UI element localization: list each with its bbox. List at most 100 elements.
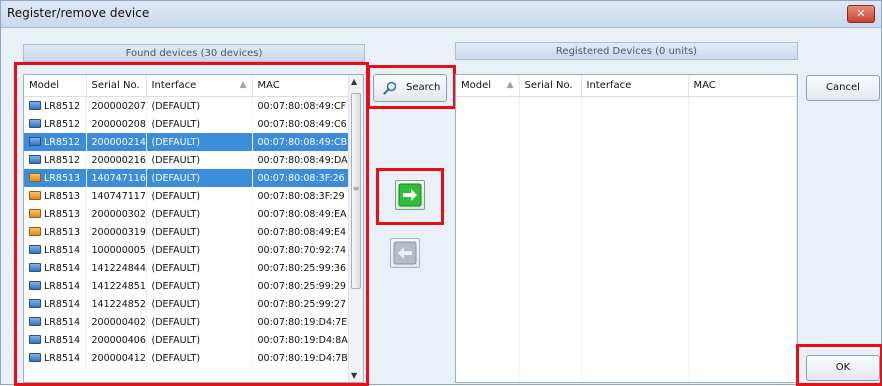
gray-left-arrow-icon (393, 241, 417, 265)
cell-interface: (DEFAULT) (146, 96, 253, 115)
found-devices-scrollbar[interactable]: ▲ ≡ ▼ (348, 75, 363, 382)
device-icon (29, 136, 41, 146)
column-header-interface[interactable]: Interface (581, 75, 689, 97)
device-icon (29, 172, 41, 182)
table-row[interactable]: LR8512 200000207 (DEFAULT) 00:07:80:08:49:C… (24, 96, 363, 115)
cell-interface: (DEFAULT) (146, 259, 253, 277)
add-device-button[interactable] (395, 180, 425, 210)
cell-mac: 00:07:80:19:D4:8A (252, 331, 363, 349)
registered-devices-list[interactable]: Model ▲ Serial No. Interface MAC (455, 74, 798, 383)
cell-model: LR8514 (24, 277, 87, 295)
cell-model: LR8513 (24, 169, 87, 187)
cell-serial: 200000216 (86, 151, 147, 169)
column-header-serial[interactable]: Serial No. (86, 75, 147, 97)
cell-serial: 200000319 (86, 223, 147, 241)
found-devices-caption: Found devices (30 devices) (23, 44, 365, 62)
device-icon (29, 190, 41, 200)
magnifier-icon (383, 81, 397, 95)
cell-mac: 00:07:80:19:D4:7B (252, 349, 363, 367)
cell-interface: (DEFAULT) (146, 349, 253, 367)
table-row[interactable]: LR8514 141224852 (DEFAULT) 00:07:80:25:99:2… (24, 295, 363, 313)
cell-model: LR8513 (24, 205, 87, 223)
sort-ascending-icon: ▲ (239, 80, 247, 90)
cell-model: LR8513 (24, 187, 87, 205)
cell-interface: (DEFAULT) (146, 295, 253, 313)
table-row[interactable]: LR8512 200000214 (DEFAULT) 00:07:80:08:49:C… (24, 133, 363, 151)
cell-model: LR8512 (24, 151, 87, 169)
cell-mac: 00:07:80:08:3F:26 (252, 169, 363, 187)
cell-model: LR8512 (24, 115, 87, 133)
found-devices-list[interactable]: Model Serial No. Interface ▲ MAC LR8512 20… (23, 74, 364, 383)
title-bar: Register/remove device ✕ (1, 1, 881, 28)
sort-ascending-icon: ▲ (506, 80, 514, 90)
found-devices-header: Model Serial No. Interface ▲ MAC (24, 75, 363, 97)
cell-serial: 140747117 (86, 187, 147, 205)
cell-serial: 200000207 (86, 96, 147, 115)
scroll-up-icon[interactable]: ▲ (351, 77, 357, 86)
scrollbar-thumb[interactable]: ≡ (351, 93, 361, 289)
table-row[interactable]: LR8513 140747117 (DEFAULT) 00:07:80:08:3F:2… (24, 187, 363, 205)
device-icon (29, 280, 41, 290)
empty-column (519, 96, 582, 382)
table-row[interactable]: LR8514 141224851 (DEFAULT) 00:07:80:25:99:2… (24, 277, 363, 295)
cell-interface: (DEFAULT) (146, 205, 253, 223)
cell-mac: 00:07:80:08:49:C6 (252, 115, 363, 133)
cell-serial: 141224851 (86, 277, 147, 295)
column-header-mac[interactable]: MAC (252, 75, 363, 97)
cell-model: LR8514 (24, 295, 87, 313)
cell-model: LR8514 (24, 349, 87, 367)
table-row[interactable]: LR8514 141224844 (DEFAULT) 00:07:80:25:99:3… (24, 259, 363, 277)
cell-serial: 200000302 (86, 205, 147, 223)
table-row[interactable]: LR8514 200000412 (DEFAULT) 00:07:80:19:D4:7… (24, 349, 363, 367)
cell-model: LR8514 (24, 331, 87, 349)
device-icon (29, 298, 41, 308)
table-row[interactable]: LR8512 200000216 (DEFAULT) 00:07:80:08:49:D… (24, 151, 363, 169)
cell-mac: 00:07:80:19:D4:7E (252, 313, 363, 331)
cell-mac: 00:07:80:25:99:29 (252, 277, 363, 295)
table-row[interactable]: LR8514 100000005 (DEFAULT) 00:07:80:70:92:7… (24, 241, 363, 259)
table-row[interactable]: LR8513 200000302 (DEFAULT) 00:07:80:08:49:E… (24, 205, 363, 223)
cell-model: LR8514 (24, 241, 87, 259)
column-header-mac[interactable]: MAC (688, 75, 797, 97)
cell-interface: (DEFAULT) (146, 313, 253, 331)
empty-column (581, 96, 689, 382)
cell-interface: (DEFAULT) (146, 169, 253, 187)
cell-model: LR8512 (24, 96, 87, 115)
cell-interface: (DEFAULT) (146, 187, 253, 205)
table-row[interactable]: LR8514 200000402 (DEFAULT) 00:07:80:19:D4:7… (24, 313, 363, 331)
device-icon (29, 100, 41, 110)
cell-model: LR8514 (24, 313, 87, 331)
device-icon (29, 118, 41, 128)
cell-mac: 00:07:80:70:92:74 (252, 241, 363, 259)
column-header-model[interactable]: Model (24, 75, 87, 97)
cell-serial: 141224844 (86, 259, 147, 277)
cell-mac: 00:07:80:08:49:E4 (252, 223, 363, 241)
column-header-serial[interactable]: Serial No. (519, 75, 582, 97)
cell-interface: (DEFAULT) (146, 223, 253, 241)
cell-interface: (DEFAULT) (146, 151, 253, 169)
remove-device-button[interactable] (390, 238, 420, 268)
search-button[interactable]: Search (373, 74, 447, 102)
cell-mac: 00:07:80:25:99:36 (252, 259, 363, 277)
scrollbar-grip-icon: ≡ (352, 184, 360, 193)
scroll-down-icon[interactable]: ▼ (351, 371, 357, 380)
empty-column (688, 96, 797, 382)
table-row[interactable]: LR8513 140747116 (DEFAULT) 00:07:80:08:3F:2… (24, 169, 363, 187)
cell-serial: 200000402 (86, 313, 147, 331)
table-row[interactable]: LR8512 200000208 (DEFAULT) 00:07:80:08:49:C… (24, 115, 363, 133)
column-header-interface[interactable]: Interface ▲ (146, 75, 253, 97)
close-button[interactable]: ✕ (847, 5, 875, 23)
table-row[interactable]: LR8514 200000406 (DEFAULT) 00:07:80:19:D4:8… (24, 331, 363, 349)
cancel-button[interactable]: Cancel (806, 75, 880, 101)
device-icon (29, 208, 41, 218)
column-header-model[interactable]: Model ▲ (456, 75, 520, 97)
cell-serial: 200000412 (86, 349, 147, 367)
cell-mac: 00:07:80:08:49:CF (252, 96, 363, 115)
ok-button[interactable]: OK (806, 355, 880, 381)
cell-model: LR8512 (24, 133, 87, 151)
table-row[interactable]: LR8513 200000319 (DEFAULT) 00:07:80:08:49:E… (24, 223, 363, 241)
cell-serial: 141224852 (86, 295, 147, 313)
cell-mac: 00:07:80:08:49:CB (252, 133, 363, 151)
cell-serial: 140747116 (86, 169, 147, 187)
dialog-title: Register/remove device (7, 6, 150, 20)
